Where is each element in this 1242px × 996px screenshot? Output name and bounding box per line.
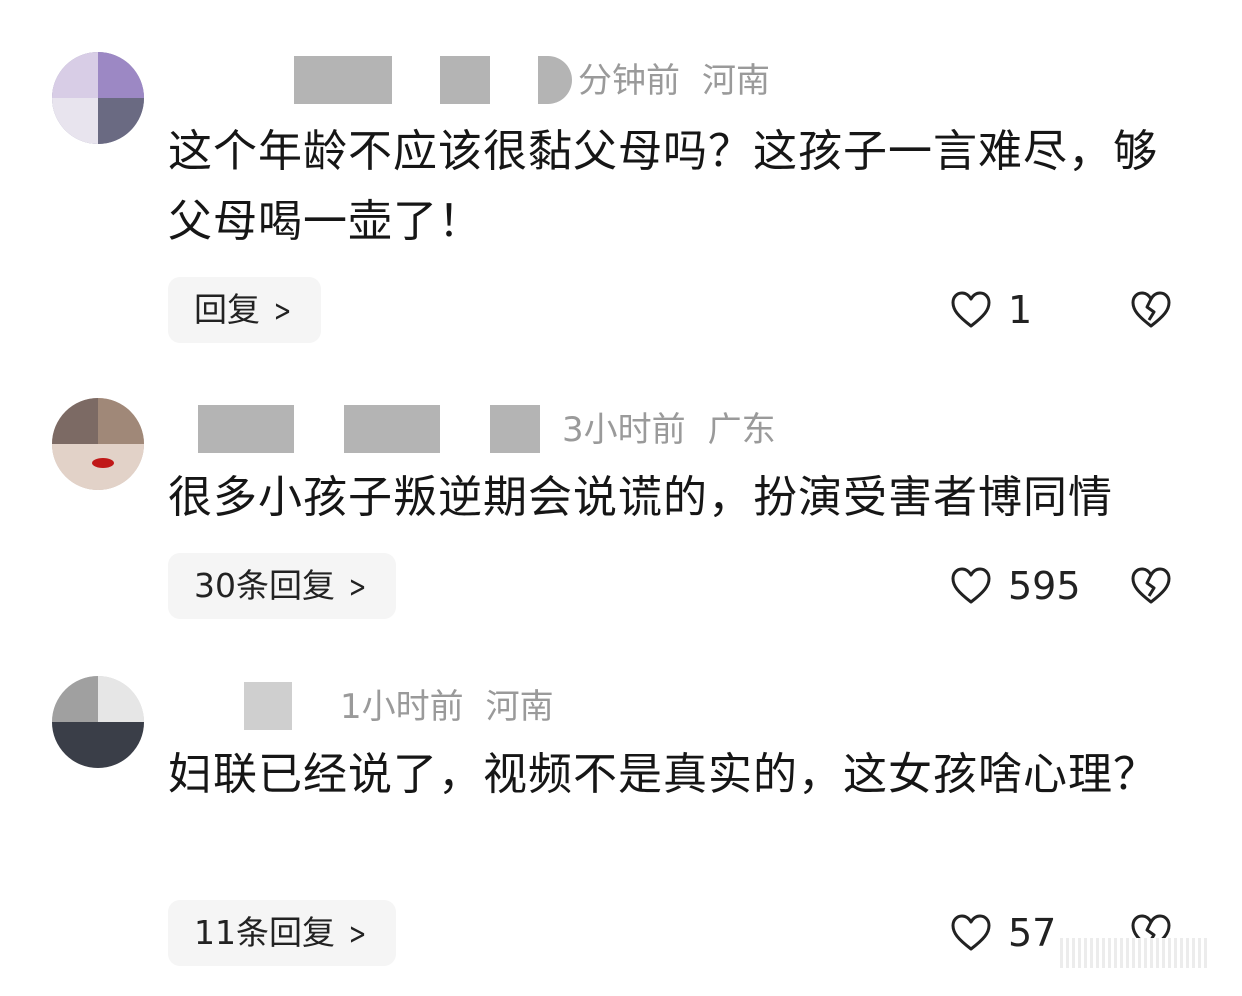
username-mosaic [244, 682, 292, 730]
chevron-right-icon: > [348, 917, 367, 952]
reply-button[interactable]: 回复 > [168, 277, 322, 343]
comment-location: 河南 [485, 687, 554, 727]
username-mosaic [294, 56, 392, 104]
avatar[interactable] [52, 52, 144, 144]
heart-outline-icon [951, 567, 991, 604]
comment-text: 这个年龄不应该很黏父母吗？这孩子一言难尽，够父母喝一壶了！ [168, 126, 1158, 247]
reply-label: 11条回复 [194, 913, 335, 952]
heart-outline-icon [951, 291, 991, 328]
like-button[interactable]: 1 [950, 285, 1032, 335]
heart-outline-icon [951, 914, 991, 951]
avatar[interactable] [52, 398, 144, 490]
username-mosaic [344, 405, 440, 453]
like-count: 57 [1008, 911, 1057, 955]
avatar[interactable] [52, 676, 144, 768]
comment-time: 分钟前 [578, 61, 680, 101]
username-mosaic [490, 405, 540, 453]
dislike-button[interactable] [1130, 561, 1172, 611]
comment-meta: 分钟前 河南 [170, 56, 810, 106]
reply-button[interactable]: 30条回复 > [168, 553, 397, 619]
comment-location: 河南 [702, 61, 770, 101]
username-mosaic [440, 56, 490, 104]
like-button[interactable]: 57 [950, 908, 1056, 958]
comment-meta: 1小时前 河南 [170, 682, 590, 732]
reply-button[interactable]: 11条回复 > [168, 900, 397, 966]
like-count: 595 [1008, 564, 1081, 608]
comment-location: 广东 [707, 410, 776, 450]
comment-text: 很多小孩子叛逆期会说谎的，扮演受害者博同情 [168, 472, 1113, 523]
like-count: 1 [1008, 288, 1033, 332]
dislike-button[interactable] [1130, 285, 1172, 335]
comment-meta: 3小时前 广东 [170, 405, 810, 455]
chevron-right-icon: > [273, 294, 292, 329]
comment-time: 1小时前 [340, 687, 464, 727]
broken-heart-icon [1131, 291, 1171, 328]
broken-heart-icon [1131, 567, 1171, 604]
comment-time: 3小时前 [562, 410, 686, 450]
comment-text: 妇联已经说了，视频不是真实的，这女孩啥心理？ [168, 749, 1158, 800]
chevron-right-icon: > [348, 570, 367, 605]
username-mosaic [538, 56, 572, 104]
watermark [1060, 938, 1210, 968]
reply-label: 回复 [194, 290, 260, 329]
like-button[interactable]: 595 [950, 561, 1081, 611]
reply-label: 30条回复 [194, 566, 335, 605]
username-mosaic [198, 405, 294, 453]
